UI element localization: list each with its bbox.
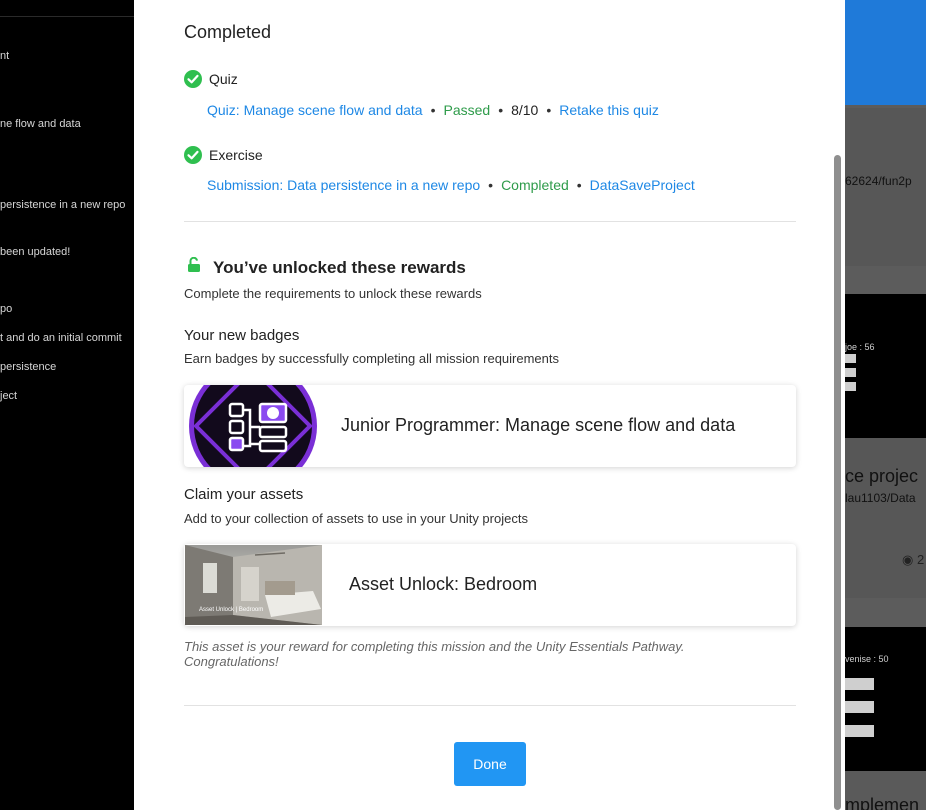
background-bar	[845, 678, 874, 690]
section-divider	[184, 221, 796, 222]
done-button[interactable]: Done	[454, 742, 526, 786]
quiz-details: Quiz: Manage scene flow and data • Passed •…	[207, 102, 659, 118]
background-title: mplemen	[845, 795, 920, 810]
modal-scrollbar[interactable]	[834, 155, 841, 810]
sidebar-item[interactable]: t and do an initial commit	[0, 332, 122, 344]
exercise-label: Exercise	[209, 147, 263, 163]
badge-card[interactable]: Junior Programmer: Manage scene flow and…	[184, 385, 796, 467]
background-project-title: ce projec	[845, 466, 919, 486]
quiz-label: Quiz	[209, 71, 238, 87]
unlock-icon	[187, 256, 201, 278]
section-divider	[184, 705, 796, 706]
assets-heading: Claim your assets	[184, 486, 304, 503]
badges-heading: Your new badges	[184, 327, 300, 344]
background-page: 62624/fun2p joe : 56 ce projec lau1103/D…	[845, 0, 926, 810]
assets-subtitle: Add to your collection of assets to use …	[184, 511, 528, 526]
background-label: venise : 50	[845, 654, 889, 664]
project-link[interactable]: DataSaveProject	[590, 177, 695, 193]
sidebar-item[interactable]: been updated!	[0, 246, 70, 258]
sidebar-item[interactable]: po	[0, 303, 12, 315]
check-circle-icon	[184, 146, 202, 164]
asset-name: Asset Unlock: Bedroom	[349, 574, 538, 594]
sidebar-item[interactable]: nt	[0, 50, 9, 62]
sidebar-item[interactable]: ject	[0, 390, 17, 402]
retake-quiz-link[interactable]: Retake this quiz	[559, 102, 659, 118]
background-bar	[845, 354, 856, 363]
background-bar	[845, 368, 856, 377]
quiz-score: 8/10	[511, 102, 539, 118]
rewards-heading: You’ve unlocked these rewards	[213, 258, 466, 277]
background-bar	[845, 725, 874, 737]
background-thumbnail: venise : 50	[845, 627, 926, 771]
background-sidebar: nt ne flow and data persistence in a new…	[0, 0, 134, 810]
sidebar-item[interactable]: persistence in a new repo	[0, 199, 125, 211]
asset-thumbnail: Asset Unlock | Bedroom	[185, 545, 322, 625]
exercise-details: Submission: Data persistence in a new re…	[207, 177, 695, 193]
background-card: mplemen	[845, 771, 926, 810]
quiz-link[interactable]: Quiz: Manage scene flow and data	[207, 102, 423, 118]
eye-icon: ◉ 2	[902, 552, 925, 567]
background-path: 62624/fun2p	[845, 174, 912, 188]
submission-link[interactable]: Submission: Data persistence in a new re…	[207, 177, 480, 193]
asset-caption: Asset Unlock | Bedroom	[199, 607, 264, 613]
background-path: lau1103/Data	[845, 491, 916, 505]
sidebar-item[interactable]: persistence	[0, 361, 56, 373]
background-thumbnail: joe : 56	[845, 294, 926, 438]
background-bar	[845, 701, 874, 713]
reward-note: This asset is your reward for completing…	[184, 639, 685, 669]
badge-image	[189, 385, 317, 467]
background-banner	[845, 0, 926, 105]
badges-subtitle: Earn badges by successfully completing a…	[184, 351, 560, 366]
background-bar	[845, 382, 856, 391]
background-card: 62624/fun2p	[845, 108, 926, 266]
rewards-subtitle: Complete the requirements to unlock thes…	[184, 286, 482, 301]
quiz-status: Passed	[443, 102, 491, 118]
sidebar-item[interactable]: ne flow and data	[0, 118, 81, 130]
exercise-status: Completed	[501, 177, 569, 193]
completed-heading: Completed	[184, 22, 272, 42]
background-card: ce projec lau1103/Data ◉ 2	[845, 438, 926, 598]
background-label: joe : 56	[845, 342, 875, 352]
asset-card[interactable]: Asset Unlock | Bedroom Asset Unlock: Bed…	[184, 544, 796, 626]
badge-name: Junior Programmer: Manage scene flow and…	[341, 415, 736, 435]
sidebar-divider	[0, 16, 134, 17]
views-count: 2	[916, 552, 925, 567]
check-circle-icon	[184, 70, 202, 88]
